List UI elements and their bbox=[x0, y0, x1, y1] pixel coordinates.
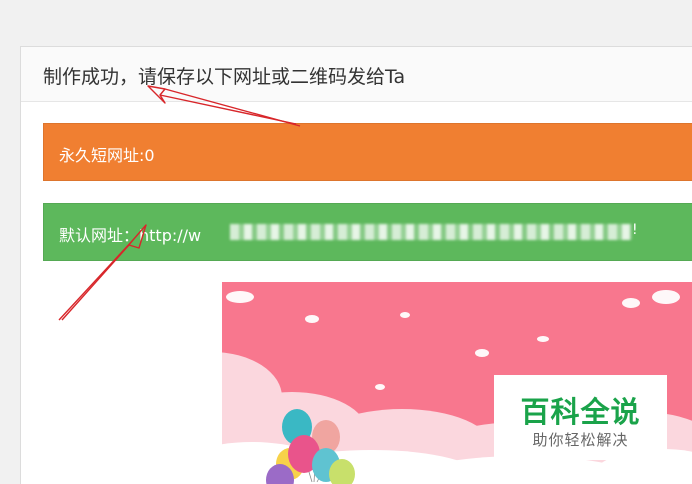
panel-header: 制作成功，请保存以下网址或二维码发给Ta bbox=[21, 47, 692, 102]
blurred-url-mask bbox=[230, 224, 632, 240]
default-url-bar: 默认网址：http://w ! bbox=[43, 203, 692, 261]
default-url-text[interactable]: 默认网址：http://w bbox=[59, 222, 201, 246]
short-url-text[interactable]: 永久短网址:0 bbox=[59, 142, 155, 166]
watermark-title: 百科全说 bbox=[520, 395, 641, 429]
panel-title: 制作成功，请保存以下网址或二维码发给Ta bbox=[43, 66, 406, 88]
url-tail: ! bbox=[632, 222, 638, 238]
page: 制作成功，请保存以下网址或二维码发给Ta 永久短网址:0 默认网址：http:/… bbox=[0, 0, 692, 484]
watermark-logo: 百科全说 助你轻松解决 bbox=[494, 375, 667, 460]
watermark-subtitle: 助你轻松解决 bbox=[532, 431, 629, 449]
short-url-bar: 永久短网址:0 bbox=[43, 123, 692, 181]
